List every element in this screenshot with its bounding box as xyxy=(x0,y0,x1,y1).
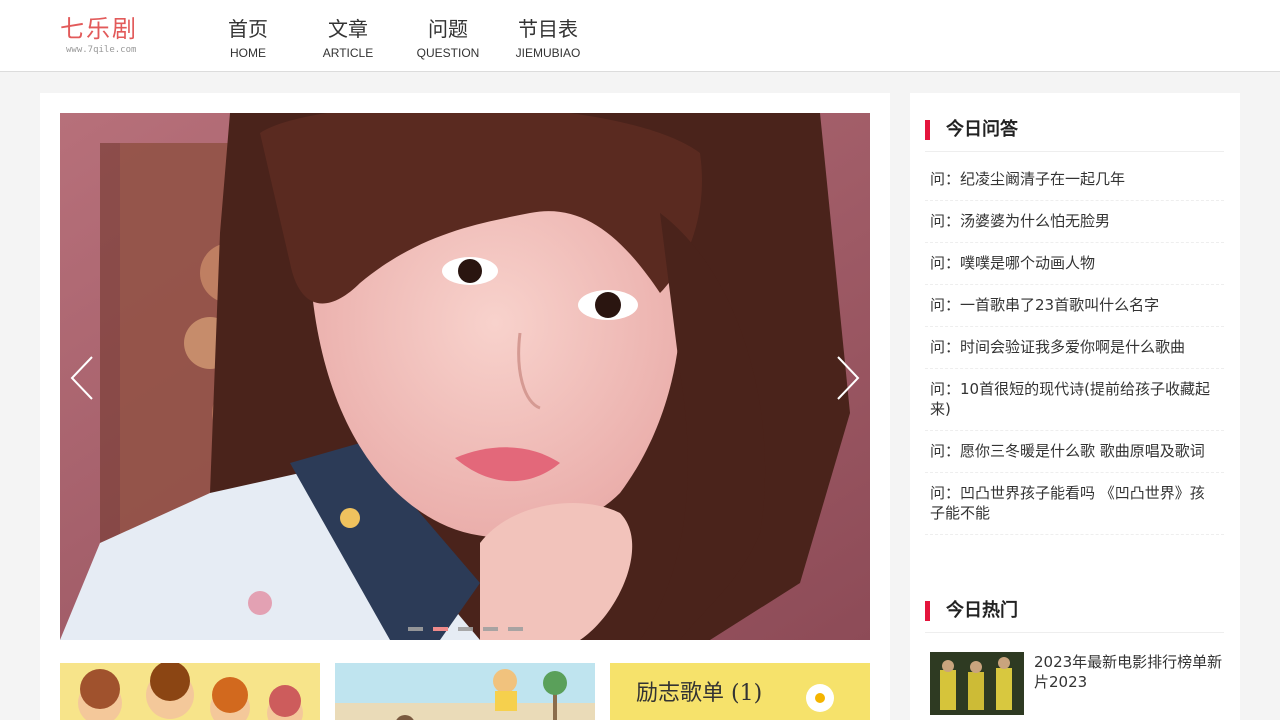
qa-item[interactable]: 问：纪凌尘阚清子在一起几年 xyxy=(925,159,1224,201)
thumbnail-image xyxy=(335,663,595,720)
slider-dot[interactable] xyxy=(508,627,523,631)
chevron-right-icon xyxy=(837,356,860,400)
site-logo[interactable]: 七乐剧 www.7qile.com xyxy=(60,14,160,60)
nav-label: 首页 xyxy=(228,17,268,41)
slider-pagination xyxy=(408,627,523,631)
slider-prev-button[interactable] xyxy=(68,355,98,401)
nav-item-home[interactable]: 首页 HOME xyxy=(198,14,298,64)
qa-item[interactable]: 问：愿你三冬暖是什么歌 歌曲原唱及歌词 xyxy=(925,431,1224,473)
hero-image xyxy=(60,113,870,640)
qa-item[interactable]: 问：10首很短的现代诗(提前给孩子收藏起来) xyxy=(925,369,1224,431)
slider-dot-active[interactable] xyxy=(433,627,448,631)
logo-text: 七乐剧 xyxy=(60,15,138,43)
hot-item-title: 2023年最新电影排行榜单新片2023 xyxy=(1034,653,1223,691)
thumbnail-title: 励志歌单 (1) xyxy=(636,681,763,706)
thumbnail-image xyxy=(930,652,1024,715)
nav-sublabel: JIEMUBIAO xyxy=(515,46,581,60)
qa-item[interactable]: 问：凹凸世界孩子能看吗 《凹凸世界》孩子能不能 xyxy=(925,473,1224,535)
slider-next-button[interactable] xyxy=(832,355,862,401)
thumbnail-beach[interactable] xyxy=(335,663,595,720)
qa-item[interactable]: 问：时间会验证我多爱你啊是什么歌曲 xyxy=(925,327,1224,369)
thumbnail-playlist[interactable]: 励志歌单 (1) xyxy=(610,663,870,720)
qa-item[interactable]: 问：一首歌串了23首歌叫什么名字 xyxy=(925,285,1224,327)
qa-list: 问：纪凌尘阚清子在一起几年 问：汤婆婆为什么怕无脸男 问：噗噗是哪个动画人物 问… xyxy=(925,159,1224,535)
hot-item-thumbnail xyxy=(930,652,1024,715)
nav-sublabel: HOME xyxy=(230,46,266,60)
featured-thumbnails: 励志歌单 (1) xyxy=(60,663,870,720)
nav-item-question[interactable]: 问题 QUESTION xyxy=(398,14,498,64)
section-header-hot: 今日热门 xyxy=(925,587,1224,633)
main-content: 励志歌单 (1) xyxy=(40,93,890,720)
thumbnail-children[interactable] xyxy=(60,663,320,720)
section-accent-bar xyxy=(925,601,930,621)
nav-item-article[interactable]: 文章 ARTICLE xyxy=(298,14,398,64)
main-nav: 首页 HOME 文章 ARTICLE 问题 QUESTION 节目表 JIEMU… xyxy=(198,14,598,64)
hero-slider[interactable] xyxy=(60,113,870,640)
slider-dot[interactable] xyxy=(408,627,423,631)
nav-label: 节目表 xyxy=(518,17,578,41)
section-header-qa: 今日问答 xyxy=(925,106,1224,152)
thumbnail-image xyxy=(60,663,320,720)
qa-item[interactable]: 问：汤婆婆为什么怕无脸男 xyxy=(925,201,1224,243)
chevron-left-icon xyxy=(70,356,93,400)
nav-sublabel: QUESTION xyxy=(416,46,480,60)
slider-dot[interactable] xyxy=(483,627,498,631)
hot-item[interactable]: 2023年最新电影排行榜单新片2023 xyxy=(925,652,1224,720)
sidebar: 今日问答 问：纪凌尘阚清子在一起几年 问：汤婆婆为什么怕无脸男 问：噗噗是哪个动… xyxy=(910,93,1240,720)
section-title: 今日热门 xyxy=(946,600,1018,621)
logo-url: www.7qile.com xyxy=(66,45,137,55)
qa-item[interactable]: 问：噗噗是哪个动画人物 xyxy=(925,243,1224,285)
section-title: 今日问答 xyxy=(946,119,1018,140)
nav-item-schedule[interactable]: 节目表 JIEMUBIAO xyxy=(498,14,598,64)
nav-label: 文章 xyxy=(328,17,368,41)
slider-dot[interactable] xyxy=(458,627,473,631)
section-accent-bar xyxy=(925,120,930,140)
nav-label: 问题 xyxy=(428,17,468,41)
nav-sublabel: ARTICLE xyxy=(322,46,374,60)
site-header: 七乐剧 www.7qile.com 首页 HOME 文章 ARTICLE 问题 … xyxy=(0,0,1280,72)
